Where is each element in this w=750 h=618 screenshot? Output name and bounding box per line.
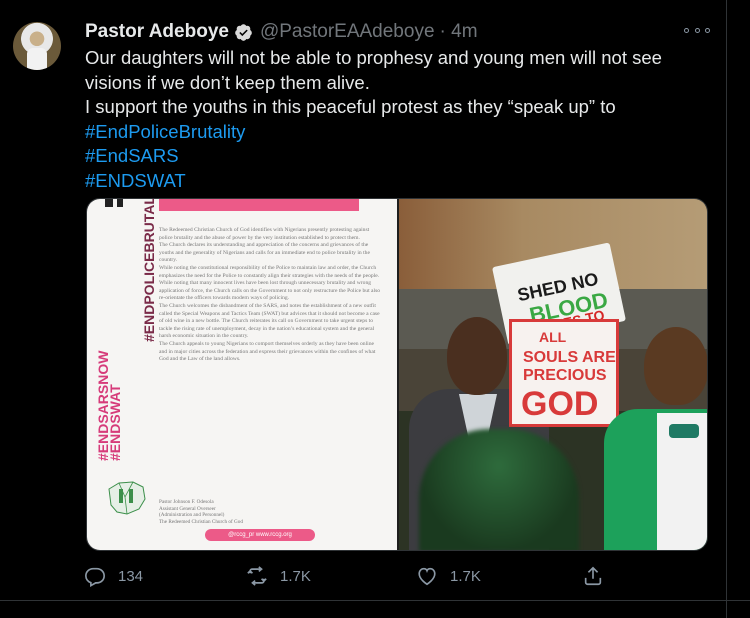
tweet-text-line: I support the youths in this peaceful pr… [85,96,616,117]
signature-line: The Redeemed Christian Church of God [159,518,243,525]
reply-count: 134 [118,567,144,585]
statement-paragraph: The Church declares its understanding an… [159,242,370,264]
retweet-count: 1.7K [280,567,311,585]
user-handle[interactable]: @PastorEAAdeboye [260,21,435,43]
hashtag-link[interactable]: #EndPoliceBrutality [85,120,705,145]
statement-paragraph: The Church appeals to young Nigerians to… [159,340,376,363]
vertical-hashtag: #ENDSWAT [107,384,123,461]
tweet-text-line: visions if we don’t keep them alive. [85,71,370,93]
statement-text: The Redeemed Christian Church of God ide… [159,227,381,364]
person-head [644,327,707,405]
sign-text: SOULS ARE [523,349,616,366]
reply-button[interactable]: 134 [84,562,143,590]
sign-text: ALL [539,329,567,345]
retweet-button[interactable]: 1.7K [246,562,311,590]
statement-paragraph: The Redeemed Christian Church of God ide… [159,227,370,241]
tweet-actions: 134 1.7K 1.7K [0,562,750,590]
sign-text: PRECIOUS [523,367,607,384]
sign-text: GOD [521,385,599,423]
signature-line: (Administration and Personnel) [159,512,225,519]
media-gallery[interactable]: #ENDSARSNOW #ENDSWAT #ENDPOLICEBRUTALITY… [86,198,708,551]
like-count: 1.7K [450,567,481,585]
statement-paragraph: While noting the constitutional responsi… [159,264,381,302]
share-button[interactable] [582,562,616,590]
tweet-text: Our daughters will not be able to prophe… [85,46,705,193]
tweet-divider [0,600,750,601]
statement-paragraph: The Church welcomes the disbandment of t… [159,302,380,340]
foreground-blur [419,429,579,550]
column-border [726,0,727,618]
person-tie [669,424,699,438]
statement-image[interactable]: #ENDSARSNOW #ENDSWAT #ENDPOLICEBRUTALITY… [87,199,397,550]
display-name[interactable]: Pastor Adeboye [85,21,229,43]
share-icon [584,566,602,586]
person-head [447,317,507,395]
reply-icon [85,567,105,587]
tweet[interactable]: Pastor Adeboye @PastorEAAdeboye · 4m Our… [0,0,750,618]
avatar[interactable] [13,22,61,70]
tweet-header: Pastor Adeboye @PastorEAAdeboye · 4m [85,20,478,44]
nigeria-map-icon [108,481,146,515]
more-options-icon[interactable] [684,22,710,38]
statement-footer: @rccg_pr www.rccg.org [205,529,315,541]
hashtag-link[interactable]: #EndSARS [85,144,705,169]
signature-line: Pastor Johnson F. Odesola [159,499,214,505]
heart-icon [418,567,436,586]
timestamp[interactable]: · 4m [440,21,478,43]
protest-photo[interactable]: SHED NO BLOOD IT CRIES TO ALL SOULS ARE … [399,199,707,550]
hashtag-link[interactable]: #ENDSWAT [85,169,705,194]
statement-signature: Pastor Johnson F. Odesola Assistant Gene… [159,499,359,525]
doc-header-bar [159,199,359,211]
vertical-hashtag: #ENDPOLICEBRUTALITYNIGERIA [141,199,157,342]
verified-badge-icon [235,23,252,41]
like-button[interactable]: 1.7K [416,562,481,590]
tweet-text-line: Our daughters will not be able to prophe… [85,47,662,68]
retweet-icon [247,566,267,586]
